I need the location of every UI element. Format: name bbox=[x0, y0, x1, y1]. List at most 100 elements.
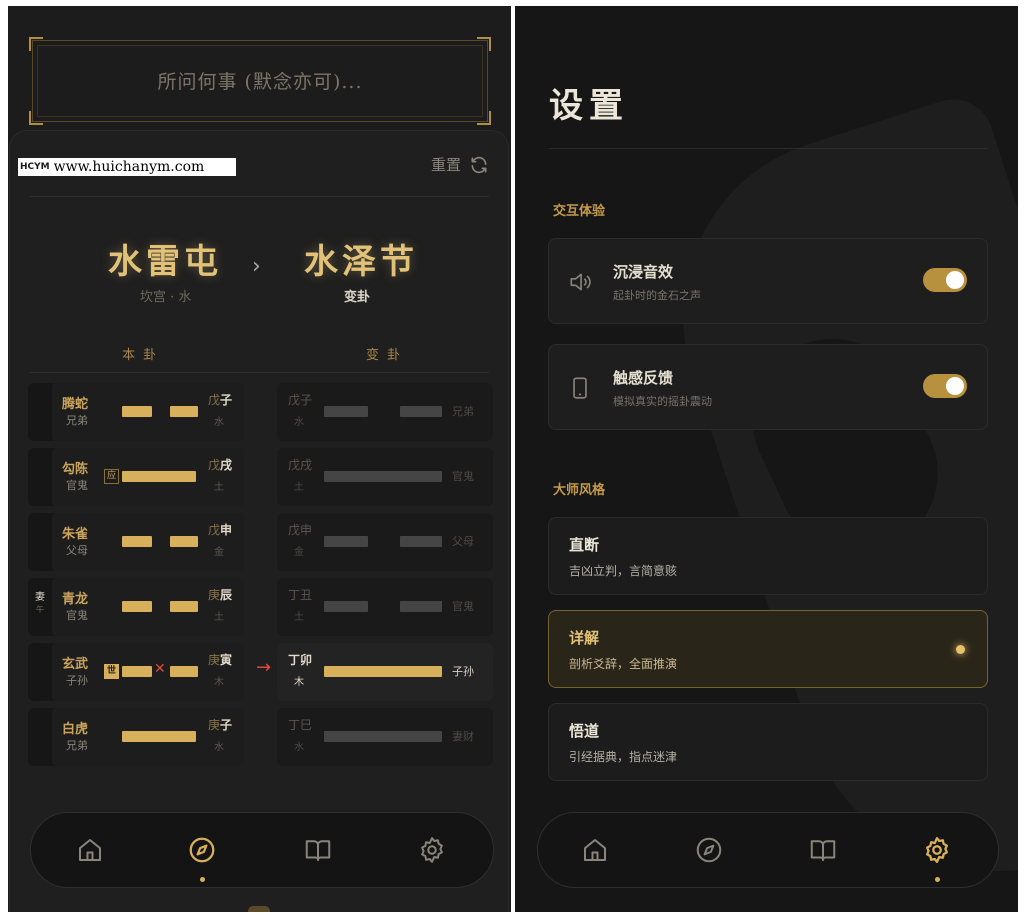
changed-stem-branch: 丁巳 bbox=[288, 718, 313, 732]
bottom-nav bbox=[30, 812, 494, 888]
beast-label: 青龙 bbox=[62, 592, 89, 607]
selected-indicator bbox=[956, 645, 965, 654]
settings-screen: 设置 交互体验 沉浸音效 起卦时的金石之声 触感反馈 模拟真实的摇卦震动 大师风… bbox=[515, 6, 1018, 912]
sound-label: 沉浸音效 bbox=[613, 263, 674, 281]
section-label-interaction: 交互体验 bbox=[553, 204, 606, 219]
nav-settings[interactable] bbox=[417, 835, 449, 867]
style-option-direct[interactable]: 直断 吉凶立判，言简意赅 bbox=[548, 517, 988, 595]
changed-relation: 妻财 bbox=[452, 730, 474, 743]
changed-relation: 子孙 bbox=[452, 665, 474, 678]
chevron-right-icon: › bbox=[252, 254, 261, 279]
yao-row: 朱雀 父母 戊申 金 戊申 金 父母 bbox=[28, 513, 493, 571]
sound-toggle[interactable] bbox=[923, 268, 967, 292]
speaker-icon bbox=[570, 273, 591, 291]
stem-branch: 戊申 bbox=[208, 523, 233, 537]
changed-yin-line-right bbox=[400, 536, 442, 547]
style-desc: 引经据典，指点迷津 bbox=[569, 750, 678, 764]
nav-home[interactable] bbox=[580, 835, 612, 867]
yin-line-left bbox=[122, 406, 152, 417]
changed-relation: 父母 bbox=[452, 535, 474, 548]
phone-icon bbox=[573, 377, 587, 399]
stem-branch: 庚子 bbox=[208, 718, 233, 732]
style-name: 直断 bbox=[569, 536, 600, 554]
nav-home[interactable] bbox=[75, 835, 107, 867]
beast-label: 朱雀 bbox=[62, 527, 89, 542]
relation-label: 兄弟 bbox=[66, 414, 88, 427]
changed-yin-line-right bbox=[400, 406, 442, 417]
main-column-label: 本 卦 bbox=[122, 348, 159, 363]
yang-line bbox=[122, 471, 196, 482]
changed-yang-line bbox=[324, 731, 442, 742]
stem-branch: 庚辰 bbox=[208, 588, 233, 602]
book-icon bbox=[810, 840, 836, 861]
nav-library[interactable] bbox=[808, 835, 840, 867]
beast-label: 玄武 bbox=[62, 657, 89, 672]
active-indicator bbox=[200, 877, 205, 882]
changed-yin-line-left bbox=[324, 601, 368, 612]
changed-relation: 官鬼 bbox=[452, 470, 474, 483]
stem-branch: 庚寅 bbox=[208, 653, 233, 667]
changed-hexagram-label: 变卦 bbox=[344, 290, 371, 305]
relation-label: 父母 bbox=[66, 544, 88, 557]
yao-row: 腾蛇 兄弟 戊子 水 戊子 水 兄弟 bbox=[28, 383, 493, 441]
changed-stem-branch: 戊子 bbox=[288, 393, 313, 407]
yin-line-left bbox=[122, 601, 152, 612]
changed-element: 土 bbox=[294, 612, 304, 623]
bottom-nav bbox=[537, 812, 999, 888]
nav-divination[interactable] bbox=[694, 835, 726, 867]
sound-setting: 沉浸音效 起卦时的金石之声 bbox=[548, 238, 988, 324]
watermark: HCYM www.huichanym.com bbox=[18, 158, 236, 176]
toggle-knob bbox=[946, 377, 964, 395]
shi-tag: 世 bbox=[104, 664, 119, 679]
moving-line-cross-icon: ✕ bbox=[154, 661, 166, 677]
yang-line bbox=[122, 731, 196, 742]
changed-stem-branch: 丁卯 bbox=[288, 653, 313, 667]
haptic-toggle[interactable] bbox=[923, 374, 967, 398]
style-name: 详解 bbox=[569, 629, 600, 647]
element-label: 土 bbox=[214, 612, 224, 623]
element-label: 土 bbox=[214, 482, 224, 493]
changed-yang-line bbox=[324, 471, 442, 482]
beast-label: 白虎 bbox=[62, 722, 89, 737]
haptic-desc: 模拟真实的摇卦震动 bbox=[613, 395, 712, 408]
section-label-style: 大师风格 bbox=[553, 483, 606, 498]
changed-element: 木 bbox=[294, 677, 304, 688]
changed-relation: 官鬼 bbox=[452, 600, 474, 613]
yao-row: 白虎 兄弟 庚子 水 丁巳 水 妻财 bbox=[28, 708, 493, 766]
changed-yin-line-left bbox=[324, 536, 368, 547]
beast-label: 腾蛇 bbox=[62, 397, 89, 412]
active-indicator bbox=[935, 877, 940, 882]
stem-branch: 戊戌 bbox=[208, 458, 233, 472]
element-label: 水 bbox=[214, 742, 224, 753]
yao-row: 妻午 青龙 官鬼 庚辰 土 丁丑 土 官鬼 bbox=[28, 578, 493, 636]
home-icon bbox=[584, 839, 606, 861]
style-option-enlighten[interactable]: 悟道 引经据典，指点迷津 bbox=[548, 703, 988, 781]
yin-line-right bbox=[170, 666, 198, 677]
gear-icon bbox=[926, 837, 948, 863]
nav-divination[interactable] bbox=[187, 835, 219, 882]
yao-row: 勾陈 官鬼 应 戊戌 土 戊戌 土 官鬼 bbox=[28, 448, 493, 506]
reset-label: 重置 bbox=[430, 156, 461, 174]
nav-settings[interactable] bbox=[922, 835, 954, 882]
scroll-hint bbox=[248, 906, 270, 912]
nav-library[interactable] bbox=[303, 835, 335, 867]
changed-relation: 兄弟 bbox=[452, 405, 474, 418]
divider bbox=[30, 372, 489, 373]
haptic-setting: 触感反馈 模拟真实的摇卦震动 bbox=[548, 344, 988, 430]
changed-element: 金 bbox=[294, 547, 304, 558]
question-box: 所问何事 (默念亦可)... bbox=[29, 37, 491, 125]
haptic-label: 触感反馈 bbox=[613, 369, 674, 387]
changed-stem-branch: 戊申 bbox=[288, 523, 313, 537]
style-desc: 剖析爻辞，全面推演 bbox=[569, 657, 678, 671]
style-option-detailed[interactable]: 详解 剖析爻辞，全面推演 bbox=[548, 610, 988, 688]
question-input[interactable]: 所问何事 (默念亦可)... bbox=[37, 45, 483, 117]
relation-label: 子孙 bbox=[66, 674, 88, 687]
divider bbox=[549, 148, 988, 149]
divider bbox=[30, 196, 489, 197]
changed-yang-line bbox=[324, 666, 442, 677]
hidden-spirit-mark: 妻午 bbox=[35, 592, 45, 614]
yao-row-moving: 玄武 子孙 世 ✕ 庚寅 木 → 丁卯 木 子孙 bbox=[28, 643, 493, 701]
reset-button[interactable]: 重置 bbox=[431, 154, 489, 175]
yin-line-right bbox=[170, 536, 198, 547]
yin-line-right bbox=[170, 601, 198, 612]
